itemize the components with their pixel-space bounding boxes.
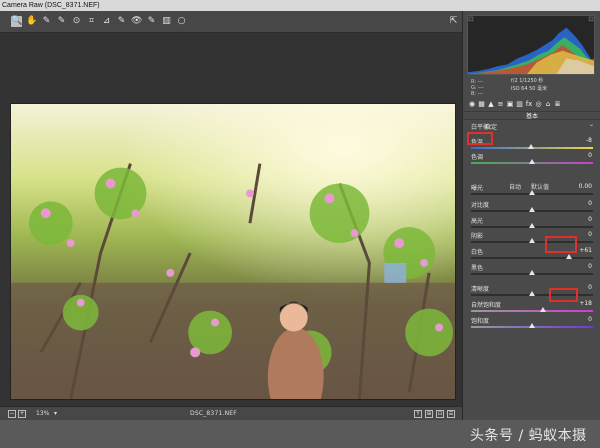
slider-value[interactable]: 0 — [566, 216, 592, 224]
panel-tab-icon[interactable]: ▥ — [516, 100, 524, 108]
adjustment-panel: R: --- G: --- B: --- f/2 1/1250 秒 ISO 64… — [462, 11, 600, 420]
exif-aperture-shutter: f/2 1/1250 秒 — [511, 78, 544, 84]
slider-thumb[interactable] — [529, 291, 535, 296]
highlight-box-whites — [545, 236, 577, 253]
panel-tab-icon[interactable]: ▲ — [487, 100, 495, 108]
swap-settings-icon[interactable]: ⊡ — [436, 410, 444, 418]
auto-button[interactable]: 自动 — [509, 182, 521, 191]
slider-thumb[interactable] — [529, 207, 535, 212]
slider-value[interactable]: 0 — [566, 316, 592, 324]
before-after-y-button[interactable]: Y — [414, 410, 422, 418]
slider-label: 阴影 — [471, 233, 484, 240]
image-preview-area — [0, 33, 462, 406]
straighten-tool-icon[interactable]: ⊿ — [101, 16, 112, 27]
before-after-toggle-icon[interactable]: ⊞ — [425, 410, 433, 418]
panel-tab-icon[interactable]: ▣ — [506, 100, 514, 108]
slider-track[interactable] — [471, 144, 593, 149]
slider-track[interactable] — [471, 307, 593, 312]
graduated-filter-icon[interactable]: ▥ — [161, 16, 172, 27]
adjustment-brush-icon[interactable]: ✎ — [146, 16, 157, 27]
slider-track[interactable] — [471, 190, 593, 195]
slider-label: 色调 — [471, 154, 484, 161]
slider-thumb[interactable] — [529, 159, 535, 164]
targeted-adjustment-tool-icon[interactable]: ⊙ — [71, 16, 82, 27]
slider-value[interactable]: 0 — [566, 200, 592, 208]
photo-preview[interactable] — [10, 103, 456, 400]
slider-value[interactable]: -8 — [566, 137, 592, 145]
slider-track[interactable] — [471, 254, 593, 259]
chevron-down-icon[interactable]: ⌄ — [589, 121, 594, 128]
section-title: 基本 — [463, 111, 600, 120]
slider-thumb[interactable] — [527, 144, 534, 149]
exif-iso-focal: ISO 64 50 毫米 — [511, 86, 548, 92]
rgb-readout: R: --- G: --- B: --- — [471, 79, 484, 97]
slider-label: 饱和度 — [471, 318, 490, 325]
slider-value[interactable]: 0 — [566, 263, 592, 271]
highlight-box-temperature — [467, 132, 493, 145]
panel-tab-icon[interactable]: ≡ — [497, 100, 505, 108]
panel-tabs: ◉ ▦ ▲ ≡ ▣ ▥ fx ◎ ⌂ ≣ — [465, 100, 599, 110]
window-title-bar: Camera Raw (DSC_8371.NEF) — [0, 0, 600, 11]
slider-value[interactable]: 0 — [566, 152, 592, 160]
crop-tool-icon[interactable]: ⌗ — [86, 16, 97, 27]
panel-tab-icon[interactable]: fx — [525, 100, 533, 108]
view-settings-icon[interactable]: ☰ — [447, 410, 455, 418]
slider-track[interactable] — [471, 207, 593, 212]
exif-info: f/2 1/1250 秒 ISO 64 50 毫米 — [511, 77, 547, 93]
panel-tab-icon[interactable]: ▦ — [478, 100, 486, 108]
slider-label: 自然饱和度 — [471, 302, 502, 309]
zoom-in-button[interactable]: + — [18, 410, 26, 418]
slider-track[interactable] — [471, 323, 593, 328]
red-eye-tool-icon[interactable]: 👁 — [131, 16, 142, 27]
slider-label: 对比度 — [471, 202, 490, 209]
zoom-out-button[interactable]: − — [8, 410, 16, 418]
panel-tab-icon[interactable]: ⌂ — [544, 100, 552, 108]
histogram — [467, 15, 595, 75]
histogram-graph — [468, 16, 594, 74]
hand-tool-icon[interactable]: ✋ — [26, 16, 37, 27]
window-title: Camera Raw (DSC_8371.NEF) — [2, 2, 100, 9]
file-name: DSC_8371.NEF — [190, 410, 237, 417]
slider-label: 清晰度 — [471, 286, 490, 293]
highlight-box-vibrance — [549, 288, 578, 302]
spot-removal-tool-icon[interactable]: ✎ — [116, 16, 127, 27]
zoom-dropdown-icon[interactable]: ▾ — [54, 410, 57, 417]
slider-thumb[interactable] — [529, 323, 535, 328]
white-balance-tool-icon[interactable]: ✎ — [41, 16, 52, 27]
zoom-level[interactable]: 13% — [36, 410, 49, 417]
slider-thumb[interactable] — [529, 270, 535, 275]
slider-thumb[interactable] — [565, 254, 572, 259]
b-value: B: --- — [471, 91, 484, 97]
slider-label: 黑色 — [471, 265, 484, 272]
slider-thumb[interactable] — [529, 190, 535, 195]
slider-value[interactable]: 0.00 — [566, 183, 592, 191]
slider-thumb[interactable] — [529, 238, 535, 243]
white-balance-select[interactable]: 自定 — [485, 122, 497, 131]
slider-thumb[interactable] — [529, 223, 535, 228]
watermark: 头条号 / 蚂蚁本摄 — [470, 428, 587, 444]
radial-filter-icon[interactable]: ○ — [176, 16, 187, 27]
slider-track[interactable] — [471, 223, 593, 228]
open-preferences-icon[interactable]: ⇱ — [448, 16, 459, 27]
color-sampler-tool-icon[interactable]: ✎ — [56, 16, 67, 27]
photo-image — [11, 104, 455, 399]
zoom-tool-icon[interactable]: 🔍 — [11, 16, 22, 27]
status-bar: − + 13% ▾ DSC_8371.NEF Y ⊞ ⊡ ☰ — [0, 406, 462, 420]
slider-label: 曝光 — [471, 185, 484, 192]
slider-track[interactable] — [471, 159, 593, 164]
panel-tab-icon[interactable]: ◎ — [535, 100, 543, 108]
slider-thumb[interactable] — [539, 307, 546, 312]
slider-track[interactable] — [471, 270, 593, 275]
panel-tab-icon[interactable]: ≣ — [554, 100, 562, 108]
slider-label: 白色 — [471, 249, 484, 256]
slider-label: 高光 — [471, 218, 484, 225]
panel-tab-icon[interactable]: ◉ — [468, 100, 476, 108]
